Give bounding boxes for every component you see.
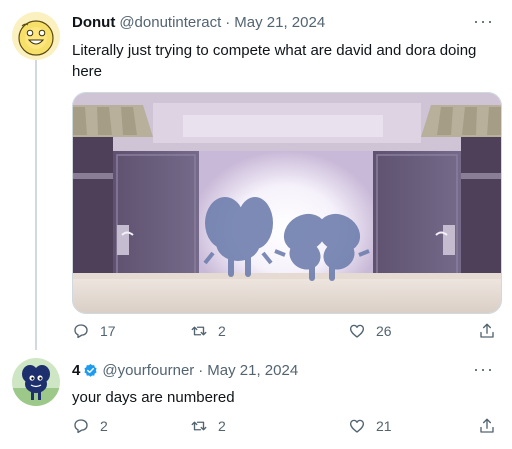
more-icon[interactable]: ···	[473, 12, 494, 30]
like-count: 21	[376, 418, 392, 434]
reply-button[interactable]: 17	[72, 322, 116, 340]
like-icon	[349, 324, 365, 338]
tweet-header: 4 @yourfourner · May 21, 2024	[72, 362, 298, 379]
retweet-count: 2	[218, 323, 226, 339]
avatar-donut[interactable]	[12, 12, 60, 60]
thread-connector-line	[35, 60, 37, 350]
reply-icon	[74, 324, 88, 339]
like-count: 26	[376, 323, 392, 339]
like-button[interactable]: 21	[348, 417, 392, 435]
reply-button[interactable]: 2	[72, 417, 108, 435]
display-name[interactable]: 4	[72, 362, 80, 379]
retweet-count: 2	[218, 418, 226, 434]
tweet-header: Donut @donutinteract · May 21, 2024	[72, 14, 325, 31]
user-handle[interactable]: @donutinteract	[119, 14, 221, 31]
retweet-icon	[191, 326, 207, 336]
retweet-button[interactable]: 2	[190, 417, 226, 435]
tweet-date[interactable]: May 21, 2024	[207, 362, 298, 379]
tweet-media-image[interactable]	[72, 92, 502, 314]
share-button[interactable]	[478, 417, 506, 435]
retweet-button[interactable]: 2	[190, 322, 226, 340]
tweet-text: Literally just trying to compete what ar…	[72, 42, 477, 80]
share-icon	[480, 418, 494, 433]
share-icon	[480, 323, 494, 338]
separator-dot: ·	[225, 14, 231, 31]
tweet-actions: 2 2 21	[72, 417, 500, 439]
tweet-actions: 17 2 26	[72, 322, 500, 344]
user-handle[interactable]: @yourfourner	[102, 362, 194, 379]
reply-count: 2	[100, 418, 108, 434]
avatar-four[interactable]	[12, 358, 60, 406]
share-button[interactable]	[478, 322, 506, 340]
separator-dot: ·	[198, 362, 204, 379]
retweet-icon	[191, 421, 207, 431]
tweet-date[interactable]: May 21, 2024	[234, 14, 325, 31]
reply-count: 17	[100, 323, 116, 339]
more-icon[interactable]: ···	[473, 360, 494, 378]
reply-icon	[74, 419, 88, 434]
like-icon	[349, 419, 365, 433]
tweet-text: your days are numbered	[72, 389, 235, 406]
like-button[interactable]: 26	[348, 322, 392, 340]
display-name[interactable]: Donut	[72, 14, 115, 31]
verified-badge-icon	[84, 363, 97, 377]
